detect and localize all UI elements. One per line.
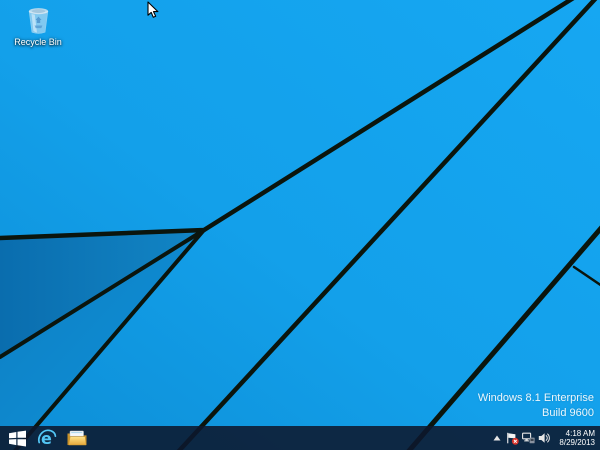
network-icon	[521, 432, 535, 444]
speaker-icon	[538, 433, 550, 443]
watermark-build: Build 9600	[542, 407, 594, 419]
recycle-bin[interactable]: Recycle Bin	[12, 5, 64, 47]
internet-explorer-button[interactable]: e	[32, 426, 62, 450]
up-arrow-icon	[493, 435, 501, 441]
taskbar-clock[interactable]: 4:18 AM 8/29/2013	[552, 426, 600, 450]
action-center-button[interactable]	[504, 426, 520, 450]
system-tray: 4:18 AM 8/29/2013	[490, 426, 600, 450]
file-explorer-button[interactable]	[62, 426, 92, 450]
folder-icon	[67, 430, 87, 446]
recycle-bin-icon	[28, 8, 48, 34]
wallpaper	[0, 0, 600, 450]
show-hidden-icons-button[interactable]	[490, 426, 504, 450]
start-button[interactable]	[2, 426, 32, 450]
watermark-edition: Windows 8.1 Enterprise	[477, 392, 594, 404]
build-watermark: Windows 8.1 Enterprise Build 9600	[478, 391, 594, 421]
clock-time: 4:18 AM	[565, 428, 595, 438]
windows-logo-icon	[8, 430, 26, 446]
taskbar: e 4:18 AM 8/29/2013	[0, 426, 600, 450]
ie-browser-icon: e	[37, 429, 57, 448]
desktop: Recycle Bin Windows 8.1 Enterprise Build…	[0, 0, 600, 450]
volume-button[interactable]	[536, 426, 552, 450]
clock-date: 8/29/2013	[559, 438, 595, 447]
network-button[interactable]	[520, 426, 536, 450]
flag-alert-icon	[506, 432, 519, 445]
recycle-bin-label: Recycle Bin	[14, 37, 62, 47]
